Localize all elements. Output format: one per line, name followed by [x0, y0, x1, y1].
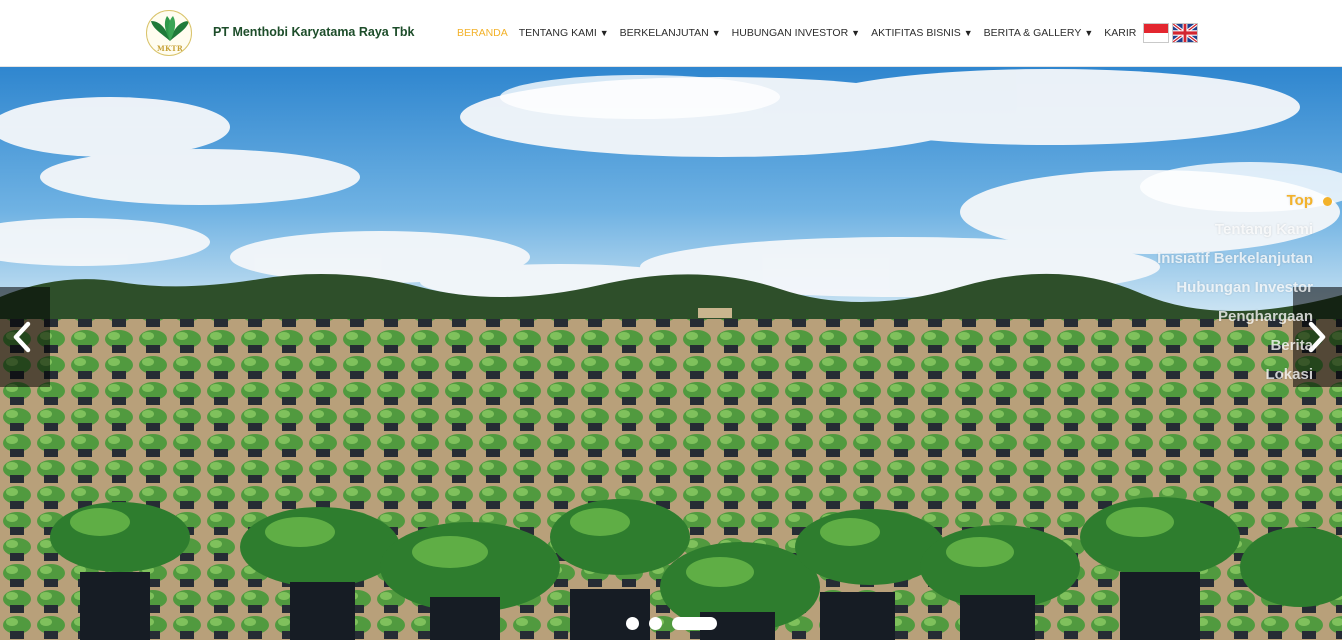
side-nav-penghargaan[interactable]: Penghargaan — [1157, 302, 1313, 331]
section-side-nav: Top Tentang Kami Inisiatif Berkelanjutan… — [1157, 186, 1332, 389]
nav-item-beranda[interactable]: BERANDA — [457, 27, 508, 39]
nav-item-label: KARIR — [1104, 27, 1137, 39]
chevron-down-icon: ▼ — [711, 28, 721, 38]
nav-item-label: AKTIFITAS BISNIS — [871, 27, 961, 39]
nav-item-label: BERANDA — [457, 27, 508, 39]
carousel-dot-2[interactable] — [649, 616, 662, 630]
nav-item-berkelanjutan[interactable]: BERKELANJUTAN ▼ — [620, 27, 721, 39]
nav-item-hubungan-investor[interactable]: HUBUNGAN INVESTOR ▼ — [732, 27, 860, 39]
chevron-left-icon — [13, 321, 31, 353]
side-nav-hubungan-investor[interactable]: Hubungan Investor — [1157, 273, 1313, 302]
side-nav-berita[interactable]: Berita — [1157, 331, 1313, 360]
nav-item-karir[interactable]: KARIR — [1104, 27, 1136, 39]
nav-item-label: BERITA & GALLERY — [983, 27, 1082, 39]
indonesia-flag-icon[interactable] — [1143, 23, 1169, 43]
chevron-down-icon: ▼ — [963, 28, 973, 38]
main-nav: BERANDA TENTANG KAMI ▼ BERKELANJUTAN ▼ H… — [457, 26, 1147, 40]
chevron-down-icon: ▼ — [851, 28, 861, 38]
uk-flag-icon[interactable] — [1172, 23, 1198, 43]
nav-item-aktifitas-bisnis[interactable]: AKTIFITAS BISNIS ▼ — [871, 27, 973, 39]
nav-item-label: TENTANG KAMI — [518, 27, 597, 39]
company-name[interactable]: PT Menthobi Karyatama Raya Tbk — [213, 25, 414, 39]
side-nav-top[interactable]: Top — [1157, 186, 1313, 215]
carousel-prev-button[interactable] — [0, 287, 50, 387]
carousel-dot-1[interactable] — [626, 616, 639, 630]
oil-palm-nursery-photo — [0, 67, 1342, 640]
hero-carousel: Top Tentang Kami Inisiatif Berkelanjutan… — [0, 67, 1342, 640]
logo-text: MKTR — [156, 44, 184, 53]
side-nav-tentang-kami[interactable]: Tentang Kami — [1157, 215, 1313, 244]
nav-item-berita-gallery[interactable]: BERITA & GALLERY ▼ — [984, 27, 1094, 39]
nav-item-label: HUBUNGAN INVESTOR — [731, 27, 849, 39]
carousel-indicators — [626, 616, 727, 630]
active-section-dot-icon — [1323, 197, 1332, 206]
company-logo[interactable]: MKTR — [146, 10, 192, 56]
chevron-down-icon: ▼ — [1084, 28, 1094, 38]
side-nav-lokasi[interactable]: Lokasi — [1157, 360, 1313, 389]
side-nav-inisiatif-berkelanjutan[interactable]: Inisiatif Berkelanjutan — [1157, 244, 1313, 273]
site-header: MKTR PT Menthobi Karyatama Raya Tbk BERA… — [0, 0, 1342, 67]
nav-item-label: BERKELANJUTAN — [619, 27, 709, 39]
nav-item-tentang-kami[interactable]: TENTANG KAMI ▼ — [519, 27, 609, 39]
chevron-down-icon: ▼ — [599, 28, 609, 38]
carousel-dot-3[interactable] — [672, 616, 717, 630]
